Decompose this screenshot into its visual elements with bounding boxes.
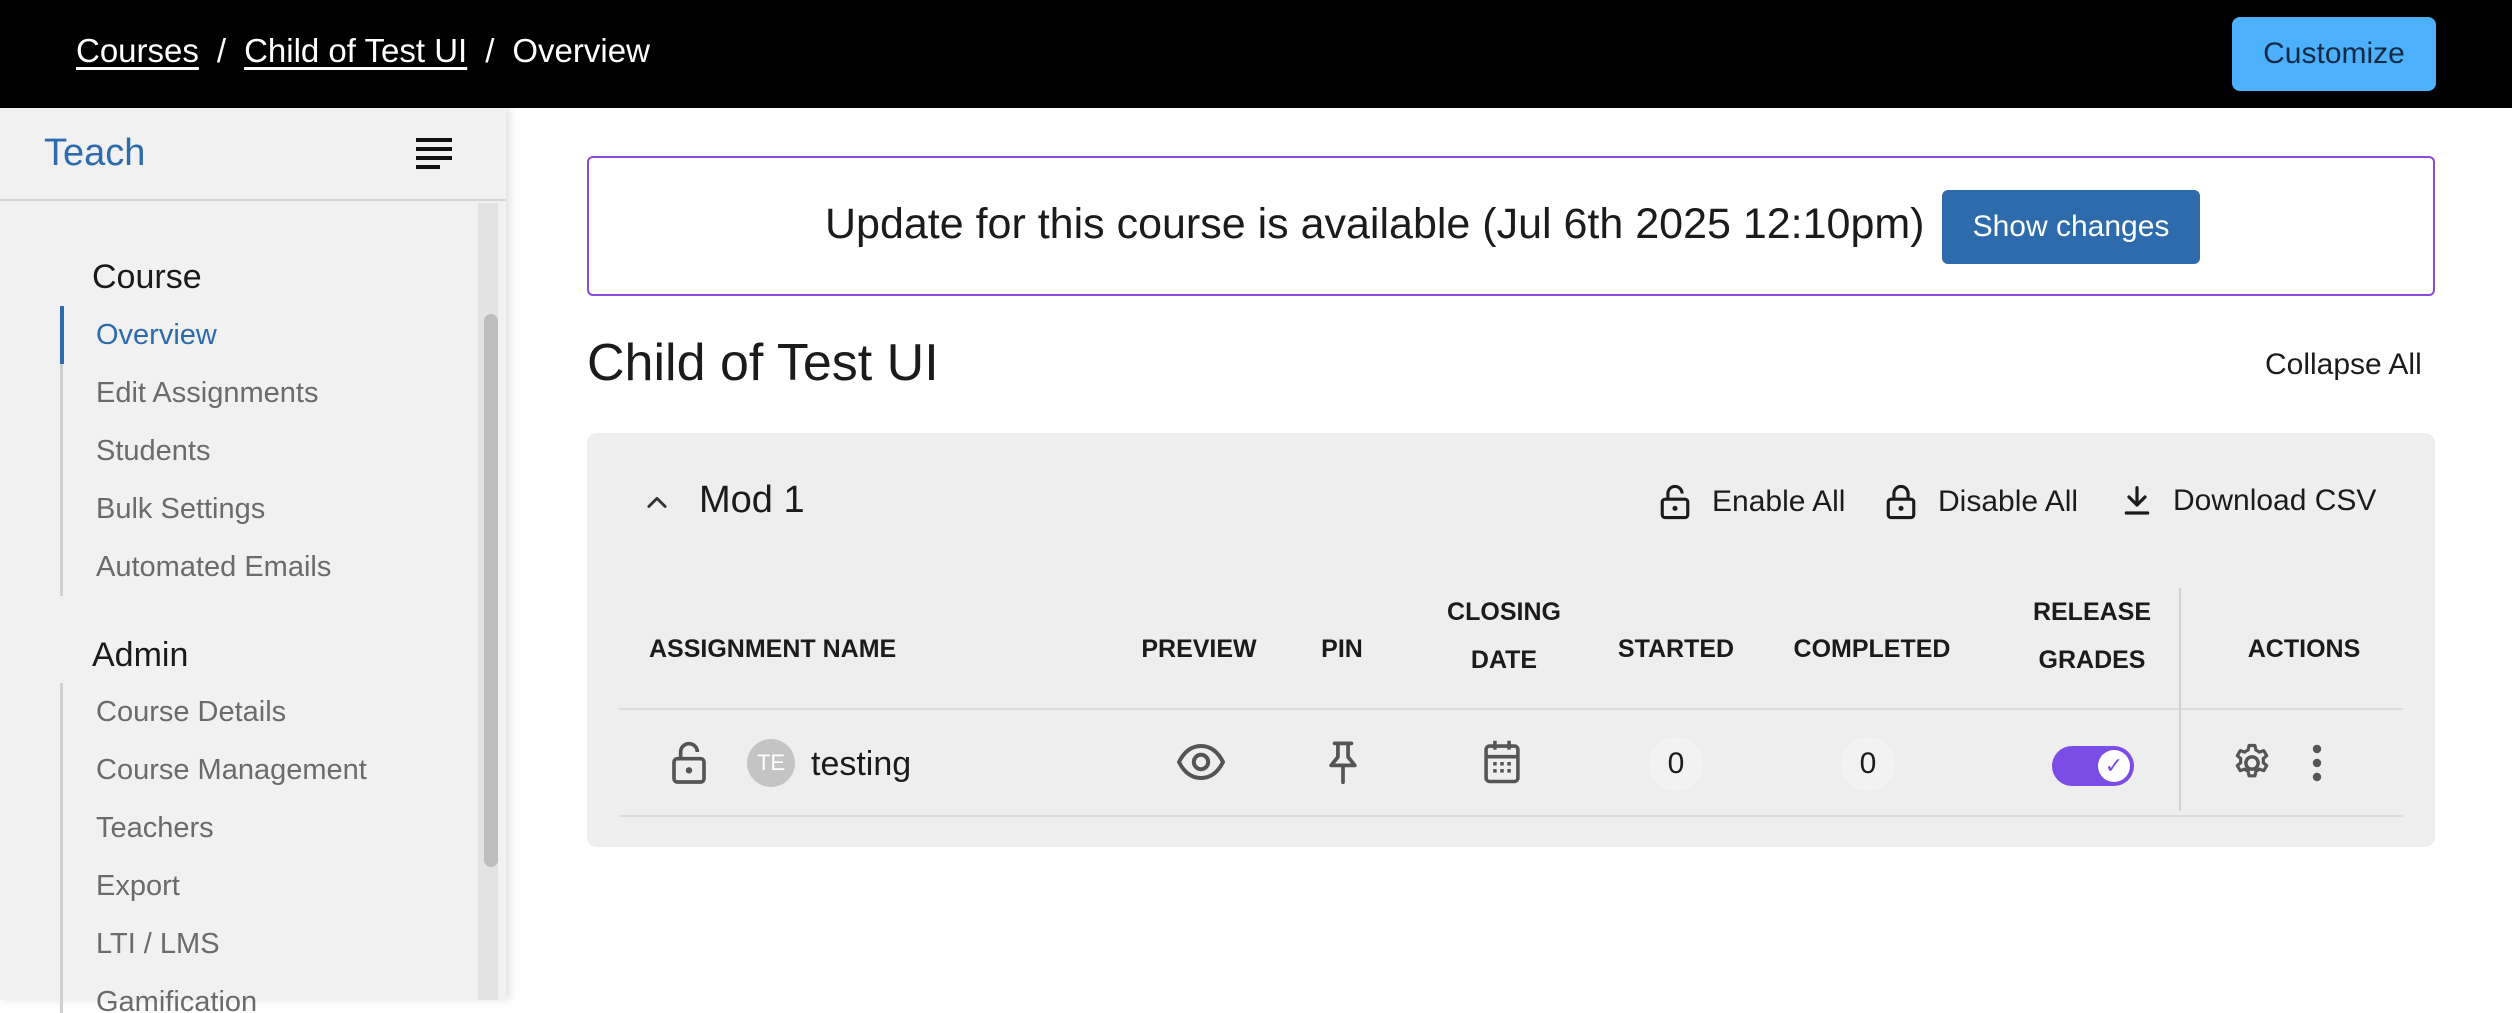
nav-section-course: Course (92, 258, 202, 296)
check-icon: ✓ (2098, 750, 2130, 782)
column-pin: PIN (1321, 635, 1363, 663)
unlock-icon[interactable] (669, 738, 709, 786)
brand-title[interactable]: Teach (44, 132, 145, 175)
table-row: TE testing 0 0 ✓ (619, 710, 2403, 817)
release-grades-toggle[interactable]: ✓ (2052, 746, 2134, 786)
column-closing-date-line1: CLOSING (1447, 598, 1561, 626)
unlock-icon (1660, 484, 1690, 520)
download-icon (2124, 486, 2150, 515)
nav-section-admin: Admin (92, 636, 189, 674)
sidebar-item-teachers[interactable]: Teachers (63, 799, 367, 857)
column-actions: ACTIONS (2247, 635, 2361, 663)
sidebar-item-edit-assignments[interactable]: Edit Assignments (63, 364, 331, 422)
customize-button[interactable]: Customize (2232, 17, 2436, 91)
breadcrumb: Courses / Child of Test UI / Overview (76, 32, 650, 70)
sidebar-header: Teach (0, 108, 506, 201)
sidebar-item-bulk-settings[interactable]: Bulk Settings (63, 480, 331, 538)
update-banner-text: Update for this course is available (Jul… (825, 200, 1925, 248)
sidebar: Teach Course Overview Edit Assignments S… (0, 108, 506, 1013)
sidebar-item-course-details[interactable]: Course Details (63, 683, 367, 741)
module-title[interactable]: Mod 1 (699, 479, 805, 522)
sidebar-item-overview[interactable]: Overview (60, 306, 331, 364)
nav-group-admin: Course Details Course Management Teacher… (60, 683, 367, 1013)
breadcrumb-separator: / (216, 32, 227, 69)
enable-all-label: Enable All (1712, 485, 1846, 518)
disable-all-label: Disable All (1938, 485, 2079, 518)
eye-icon[interactable] (1177, 742, 1225, 782)
breadcrumb-current: Overview (512, 32, 650, 69)
enable-all-button[interactable]: Enable All (1658, 483, 1845, 521)
column-release-grades: RELEASE GRADES (2022, 588, 2162, 684)
disable-all-button[interactable]: Disable All (1884, 483, 2078, 521)
column-release-grades-line1: RELEASE (2032, 598, 2152, 626)
gear-icon[interactable] (2231, 742, 2273, 784)
assignments-table-header: ASSIGNMENT NAME PREVIEW PIN CLOSING DATE… (619, 588, 2403, 710)
download-csv-button[interactable]: Download CSV (2121, 483, 2376, 519)
column-preview: PREVIEW (1141, 635, 1257, 663)
more-vertical-icon[interactable] (2309, 742, 2325, 784)
sidebar-item-export[interactable]: Export (63, 857, 367, 915)
breadcrumb-separator: / (485, 32, 495, 69)
breadcrumb-courses-link[interactable]: Courses (76, 32, 199, 70)
show-changes-button[interactable]: Show changes (1942, 190, 2200, 264)
collapse-all-button[interactable]: Collapse All (2265, 348, 2422, 382)
column-release-grades-line2: GRADES (2038, 646, 2146, 674)
menu-icon[interactable] (416, 138, 452, 169)
nav-group-course: Overview Edit Assignments Students Bulk … (60, 306, 331, 596)
assignment-name-link[interactable]: testing (811, 745, 911, 784)
started-count: 0 (1649, 737, 1703, 791)
chevron-up-icon[interactable] (643, 489, 671, 517)
avatar: TE (747, 739, 795, 787)
column-started: STARTED (1617, 635, 1735, 663)
module-card: Mod 1 Enable All Disable All Download CS… (587, 433, 2435, 847)
column-closing-date-line2: DATE (1470, 646, 1538, 674)
calendar-icon[interactable] (1482, 739, 1522, 785)
sidebar-item-lti-lms[interactable]: LTI / LMS (63, 915, 367, 973)
sidebar-item-gamification[interactable]: Gamification (63, 973, 367, 1013)
completed-count: 0 (1841, 737, 1895, 791)
sidebar-item-automated-emails[interactable]: Automated Emails (63, 538, 331, 596)
sidebar-item-students[interactable]: Students (63, 422, 331, 480)
column-assignment-name: ASSIGNMENT NAME (649, 635, 897, 663)
update-banner: Update for this course is available (Jul… (587, 156, 2435, 296)
sidebar-item-course-management[interactable]: Course Management (63, 741, 367, 799)
column-completed: COMPLETED (1793, 635, 1951, 663)
breadcrumb-course-link[interactable]: Child of Test UI (244, 32, 467, 70)
pin-icon[interactable] (1326, 740, 1360, 784)
page-title: Child of Test UI (587, 334, 939, 392)
column-closing-date: CLOSING DATE (1439, 588, 1569, 684)
download-csv-label: Download CSV (2173, 484, 2377, 517)
top-bar: Courses / Child of Test UI / Overview Cu… (0, 0, 2512, 108)
sidebar-scrollbar-thumb[interactable] (484, 314, 498, 867)
lock-icon (1886, 484, 1916, 520)
